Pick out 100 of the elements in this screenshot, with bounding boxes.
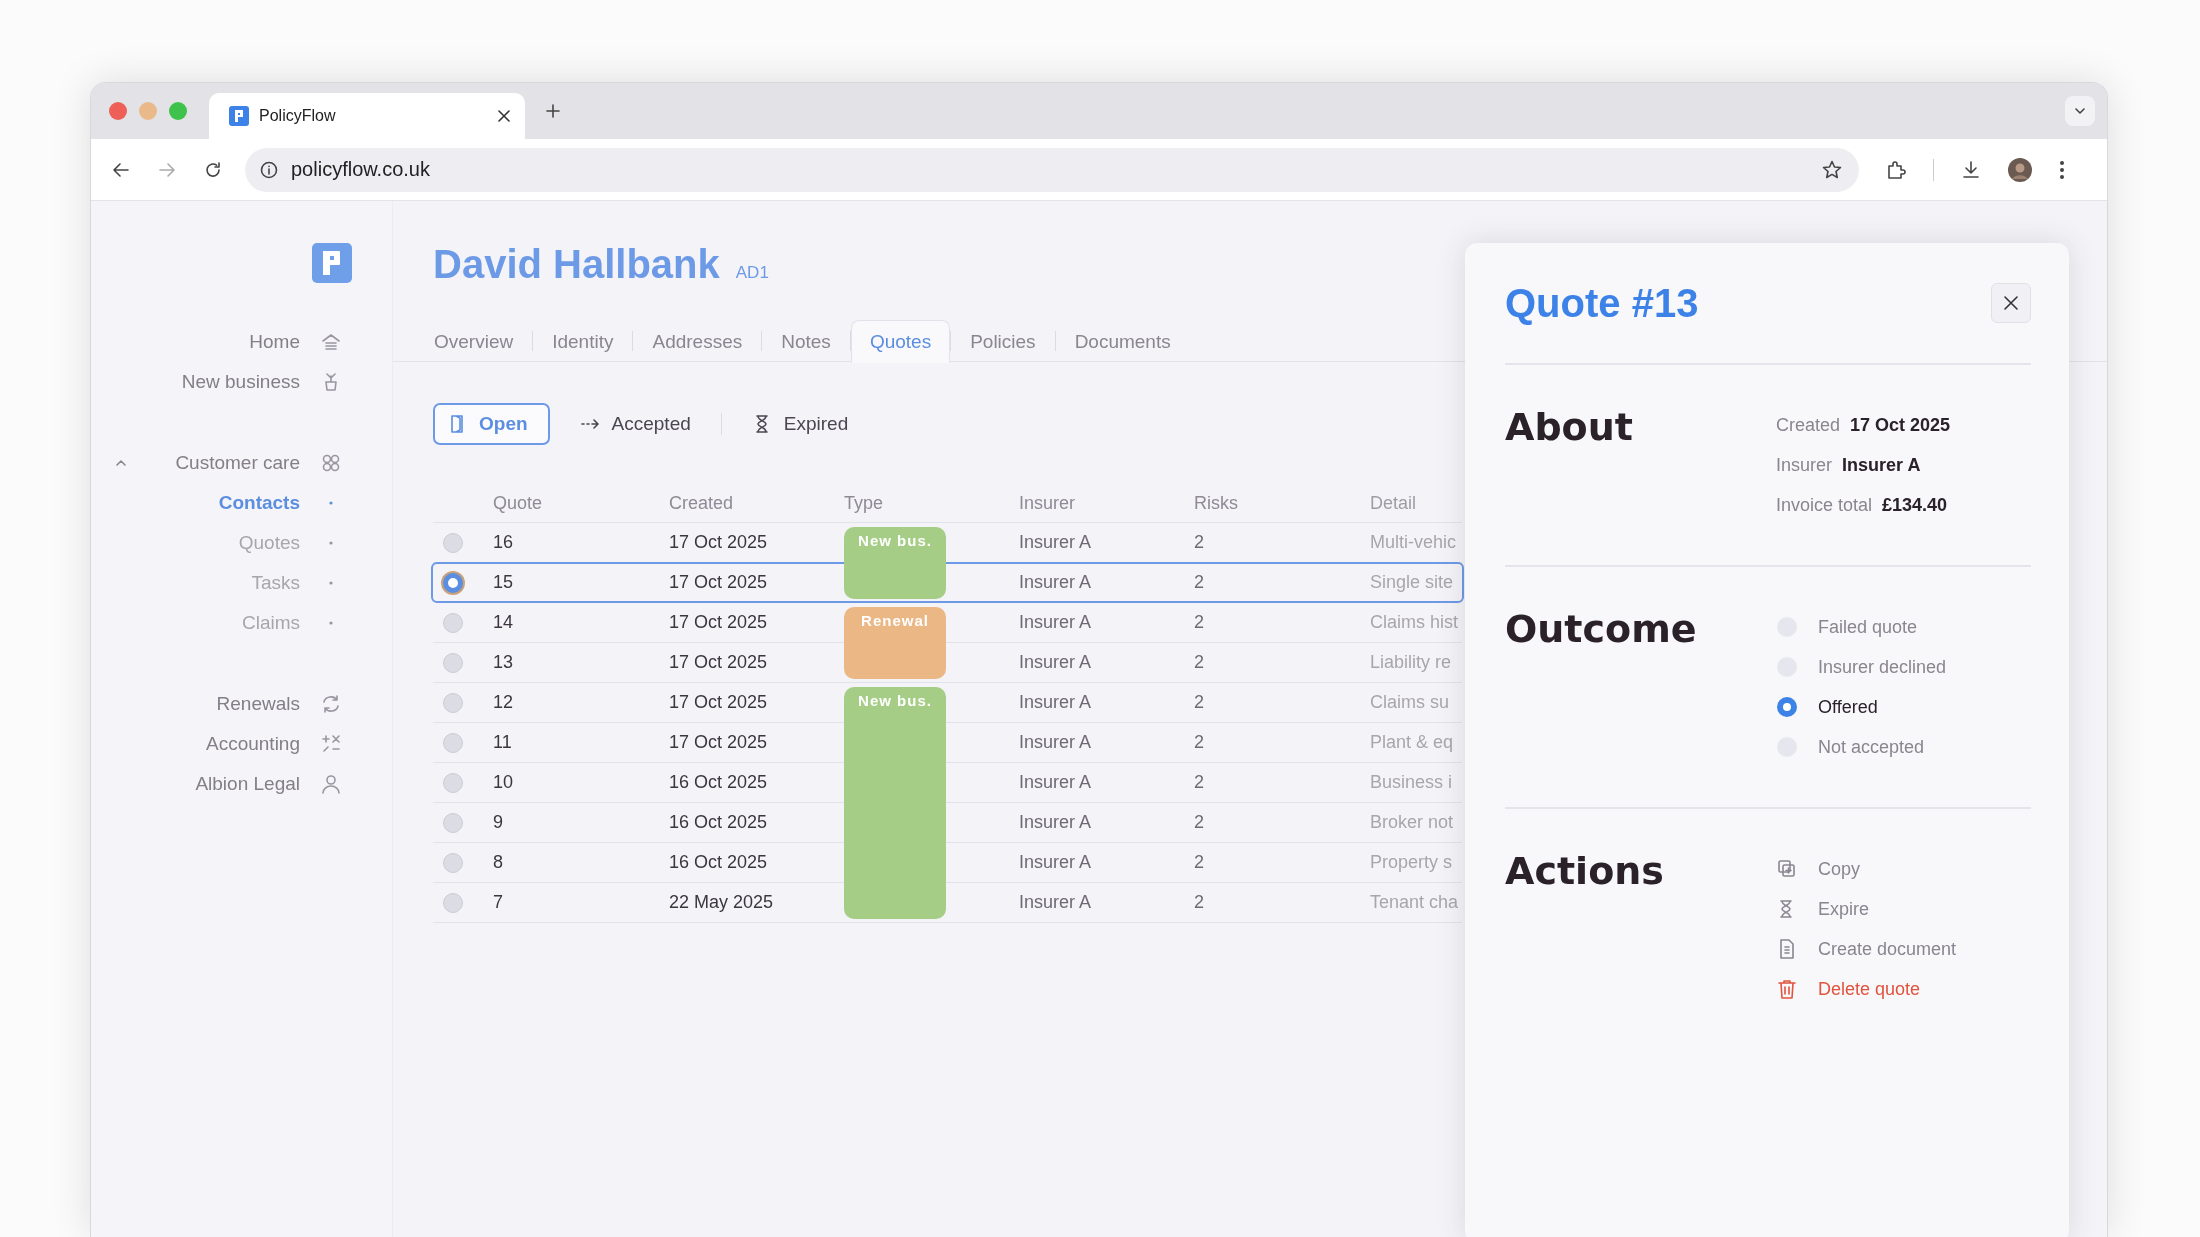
option-label: Not accepted [1818, 736, 1925, 758]
radio-button[interactable] [443, 532, 463, 553]
table-cell-text: 14 [493, 611, 515, 634]
radio-button[interactable] [443, 652, 463, 673]
dot-icon [329, 621, 333, 625]
nav-item[interactable]: Home [249, 331, 300, 353]
dot-icon [329, 541, 333, 545]
table-cell-text: Insurer A [1019, 811, 1093, 834]
tab[interactable]: Addresses [633, 320, 762, 362]
tab-list-button[interactable] [2065, 96, 2095, 126]
plus-icon[interactable] [545, 103, 561, 119]
nav-item[interactable]: Accounting [206, 733, 300, 755]
person-icon [320, 773, 342, 795]
table-cell-text: Multi-vehic [1370, 531, 1458, 554]
close-icon [2003, 295, 2019, 311]
option-label: Failed quote [1818, 616, 1918, 638]
table-cell-text: 17 Oct 2025 [669, 651, 769, 674]
filter-button[interactable]: Expired [735, 403, 865, 445]
table-cell-text: 2 [1194, 571, 1205, 594]
radio-button[interactable] [443, 732, 463, 753]
close-button[interactable] [1991, 283, 2031, 323]
table-cell-text: 12 [493, 691, 515, 714]
tab[interactable]: Identity [533, 320, 633, 362]
panel-title: Quote #13 [1505, 280, 1699, 326]
filter-button[interactable]: Open [433, 403, 550, 445]
contact-code: AD1 [735, 263, 769, 283]
table-cell-text: Insurer A [1019, 611, 1093, 634]
table-cell-text: 17 Oct 2025 [669, 531, 769, 554]
table-cell-text: Claims su [1370, 691, 1450, 714]
cycle-arrows-icon [320, 693, 342, 715]
nav-item[interactable]: Claims [241, 612, 300, 634]
table-cell-text: 2 [1194, 531, 1205, 554]
field-value: Insurer A [1842, 454, 1921, 476]
table-cell-text: Broker not [1370, 811, 1455, 834]
tab[interactable]: Policies [951, 320, 1055, 362]
table-cell-text: 16 [493, 531, 515, 554]
field-value: 17 Oct 2025 [1850, 414, 1951, 436]
puzzle-icon[interactable] [1885, 158, 1907, 181]
download-icon[interactable] [1960, 158, 1982, 181]
info-icon [259, 159, 279, 180]
table-cell-text: Tenant cha [1370, 891, 1460, 914]
option-label: Insurer declined [1818, 656, 1947, 678]
table-cell-text: 2 [1194, 611, 1205, 634]
tab[interactable]: Notes [762, 320, 850, 362]
radio-button[interactable] [443, 772, 463, 793]
radio-button[interactable] [443, 572, 463, 593]
table-cell-text: Insurer A [1019, 571, 1093, 594]
nav-item[interactable]: Albion Legal [195, 773, 300, 795]
table-cell-text: Insurer A [1019, 771, 1093, 794]
action-link[interactable]: Copy [1776, 849, 1957, 889]
app-logo-icon [229, 106, 249, 126]
window-control-icon[interactable] [109, 102, 127, 120]
nav-item[interactable]: Renewals [216, 693, 300, 715]
column-header: Quote [493, 491, 544, 515]
table-cell-text: 22 May 2025 [669, 891, 775, 914]
field-value: £134.40 [1882, 494, 1948, 516]
tab[interactable]: Quotes [850, 319, 951, 363]
table-cell-text: Insurer A [1019, 851, 1093, 874]
action-link[interactable]: Delete quote [1776, 969, 1957, 1009]
table-cell-text: Single site [1370, 571, 1455, 594]
action-link[interactable]: Create document [1776, 929, 1957, 969]
radio-button[interactable] [1777, 697, 1797, 717]
table-cell-text: 10 [493, 771, 515, 794]
field-label: Created [1776, 414, 1841, 436]
table-cell-text: 8 [493, 851, 504, 874]
window-control-icon[interactable] [139, 102, 157, 120]
window-control-icon[interactable] [169, 102, 187, 120]
filter-button[interactable]: Accepted [563, 403, 707, 445]
radio-button[interactable] [443, 892, 463, 913]
radio-button[interactable] [443, 612, 463, 633]
tab[interactable]: Overview [433, 320, 533, 362]
nav-item[interactable]: New business [181, 371, 300, 393]
column-header: Insurer [1019, 491, 1077, 515]
table-cell-text: 2 [1194, 811, 1205, 834]
address-bar[interactable]: policyflow.co.uk [245, 147, 1859, 192]
chevron-up-icon[interactable] [115, 457, 127, 469]
browser-tab[interactable]: PolicyFlow [209, 93, 525, 139]
field-label: Invoice total [1776, 494, 1873, 516]
radio-button[interactable] [443, 852, 463, 873]
nav-item[interactable]: Contacts [218, 492, 300, 514]
radio-button[interactable] [443, 692, 463, 713]
column-header: Created [669, 491, 735, 515]
star-icon[interactable] [1821, 158, 1843, 181]
radio-button[interactable] [443, 812, 463, 833]
table-cell-text: 2 [1194, 731, 1205, 754]
tab[interactable]: Documents [1055, 320, 1190, 362]
section-heading: About [1505, 405, 1634, 445]
column-header: Type [844, 491, 885, 515]
close-icon[interactable] [497, 109, 511, 123]
action-link[interactable]: Expire [1776, 889, 1957, 929]
reload-icon[interactable] [203, 159, 223, 180]
dot-icon [329, 581, 333, 585]
nav-item[interactable]: Customer care [175, 452, 300, 474]
more-icon[interactable] [2058, 158, 2066, 181]
nav-item[interactable]: Quotes [238, 532, 300, 554]
avatar-icon[interactable] [2008, 157, 2032, 182]
table-cell-text: Property s [1370, 851, 1454, 874]
type-tag: New bus. [844, 687, 946, 919]
nav-item[interactable]: Tasks [251, 572, 300, 594]
section-heading: Outcome [1505, 607, 1698, 647]
